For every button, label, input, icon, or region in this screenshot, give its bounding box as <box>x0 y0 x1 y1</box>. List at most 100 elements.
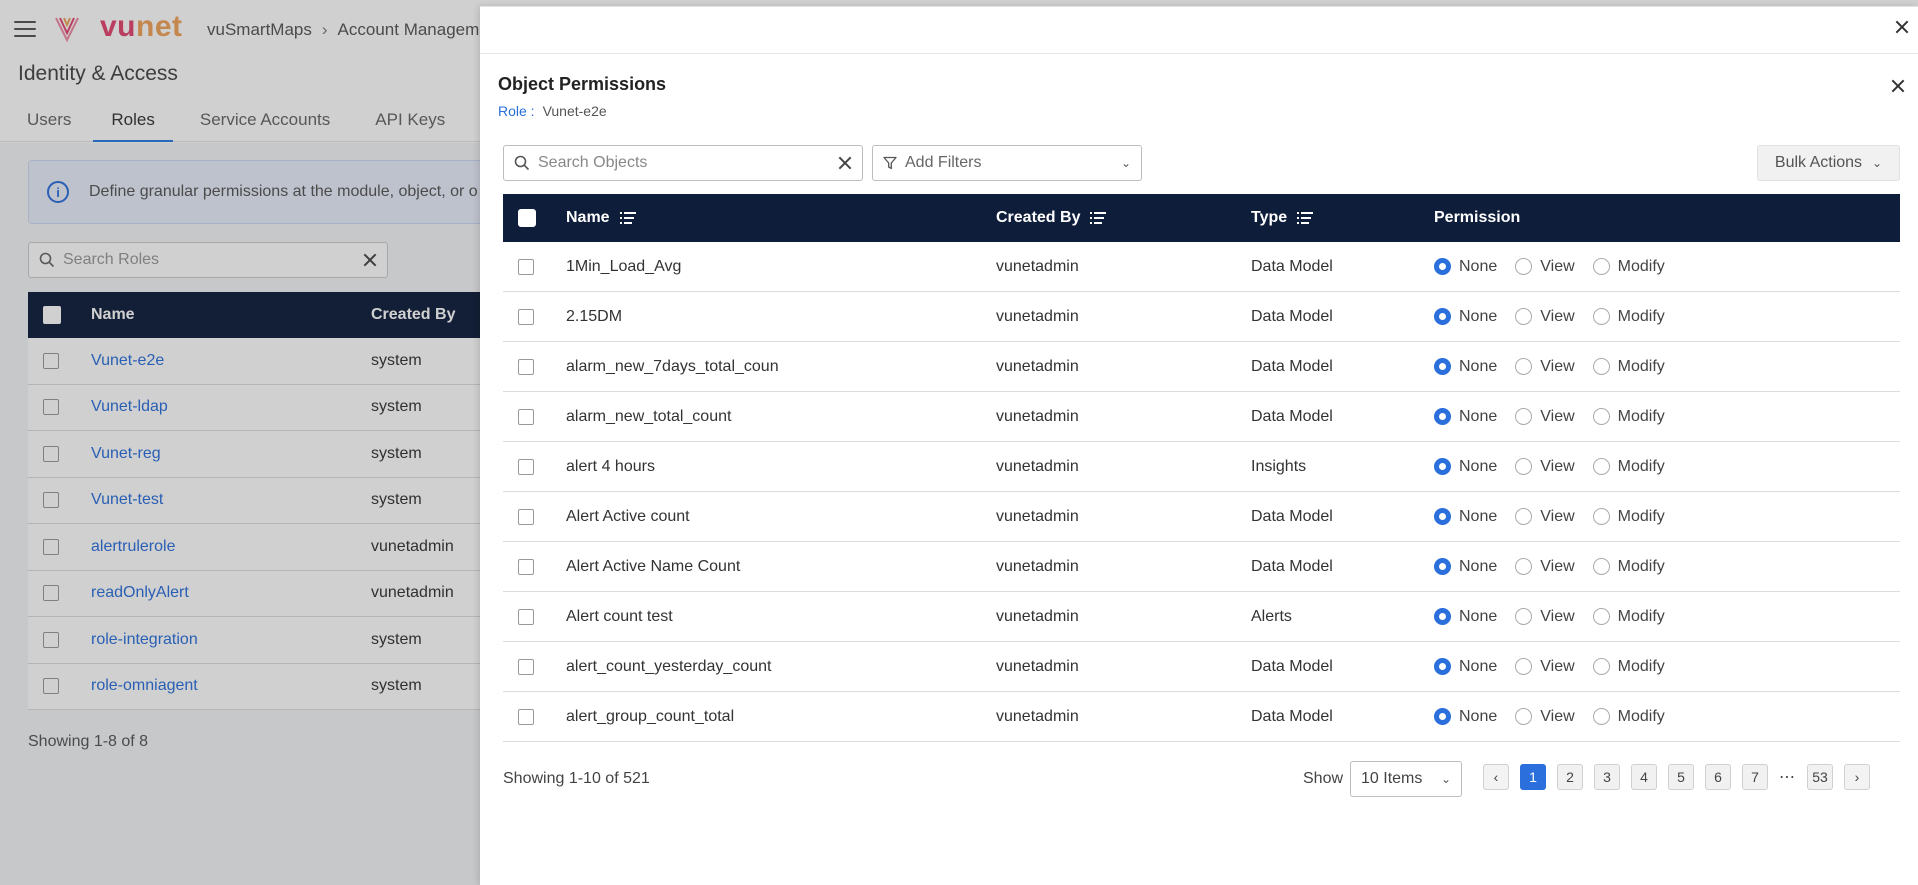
radio-button[interactable] <box>1434 408 1451 425</box>
sort-icon[interactable] <box>1297 212 1314 224</box>
radio-button[interactable] <box>1434 358 1451 375</box>
radio-button[interactable] <box>1515 258 1533 275</box>
radio-button[interactable] <box>1515 358 1533 375</box>
radio-button[interactable] <box>1434 558 1451 575</box>
permission-radio-view[interactable]: View <box>1515 508 1575 526</box>
page-button-6[interactable]: 6 <box>1705 764 1731 790</box>
sort-icon[interactable] <box>1090 212 1107 224</box>
radio-button[interactable] <box>1434 508 1451 525</box>
radio-button[interactable] <box>1515 308 1533 325</box>
radio-button[interactable] <box>1592 408 1610 425</box>
radio-label: Modify <box>1617 557 1665 575</box>
close-icon[interactable] <box>1889 77 1907 95</box>
radio-button[interactable] <box>1592 608 1610 625</box>
permission-radio-modify[interactable]: Modify <box>1592 557 1665 576</box>
permission-radio-view[interactable]: View <box>1515 558 1575 576</box>
radio-button[interactable] <box>1434 258 1451 275</box>
permission-radio-modify[interactable]: Modify <box>1592 658 1665 676</box>
page-button-5[interactable]: 5 <box>1668 764 1694 790</box>
permission-radio-modify[interactable]: Modify <box>1592 508 1665 526</box>
radio-button[interactable] <box>1592 508 1610 525</box>
radio-button[interactable] <box>1515 408 1533 425</box>
permission-radio-view[interactable]: View <box>1515 658 1575 676</box>
permission-radio-none[interactable]: None <box>1434 258 1497 276</box>
radio-button[interactable] <box>1592 708 1610 725</box>
column-header-created-by[interactable]: Created By <box>996 209 1080 227</box>
permission-radio-view[interactable]: View <box>1515 458 1575 476</box>
permission-radio-view[interactable]: View <box>1515 358 1575 376</box>
radio-button[interactable] <box>1434 308 1451 325</box>
column-header-name[interactable]: Name <box>566 209 610 227</box>
radio-button[interactable] <box>1592 258 1610 275</box>
row-checkbox[interactable] <box>518 508 534 525</box>
permission-radio-modify[interactable]: Modify <box>1592 708 1665 726</box>
permission-radio-modify[interactable]: Modify <box>1592 408 1665 426</box>
objects-search-field[interactable] <box>503 145 863 181</box>
permission-radio-none[interactable]: None <box>1434 508 1497 526</box>
row-checkbox[interactable] <box>518 308 534 325</box>
radio-button[interactable] <box>1592 308 1610 325</box>
chevron-left-icon[interactable]: ‹ <box>1483 764 1509 790</box>
permission-radio-view[interactable]: View <box>1515 708 1575 726</box>
close-icon[interactable] <box>1893 18 1911 36</box>
row-checkbox[interactable] <box>518 258 534 275</box>
permission-radio-none[interactable]: None <box>1434 408 1497 426</box>
permission-radio-view[interactable]: View <box>1515 308 1575 326</box>
page-size-select[interactable]: 10 Items ⌄ <box>1350 761 1462 797</box>
page-button-1[interactable]: 1 <box>1520 764 1546 790</box>
permission-radio-modify[interactable]: Modify <box>1592 358 1665 376</box>
page-button-7[interactable]: 7 <box>1742 764 1768 790</box>
radio-button[interactable] <box>1434 708 1451 725</box>
row-checkbox[interactable] <box>518 408 534 425</box>
permission-radio-none[interactable]: None <box>1434 608 1497 626</box>
search-input[interactable] <box>538 154 838 172</box>
radio-button[interactable] <box>1515 708 1533 725</box>
row-checkbox[interactable] <box>518 458 534 475</box>
permission-radio-none[interactable]: None <box>1434 458 1497 476</box>
row-checkbox[interactable] <box>518 358 534 375</box>
row-checkbox[interactable] <box>518 558 534 575</box>
page-button-last[interactable]: 53 <box>1807 764 1833 790</box>
permission-radio-view[interactable]: View <box>1515 608 1575 626</box>
radio-button[interactable] <box>1592 358 1610 375</box>
column-header-type[interactable]: Type <box>1251 209 1287 227</box>
permission-radio-none[interactable]: None <box>1434 558 1497 576</box>
bulk-actions-button[interactable]: Bulk Actions ⌄ <box>1757 145 1900 181</box>
add-filters-dropdown[interactable]: Add Filters ⌄ <box>872 145 1142 181</box>
radio-button[interactable] <box>1434 608 1451 625</box>
radio-button[interactable] <box>1434 458 1451 475</box>
object-type: Insights <box>1251 457 1307 475</box>
clear-icon[interactable] <box>838 156 852 170</box>
page-button-4[interactable]: 4 <box>1631 764 1657 790</box>
radio-button[interactable] <box>1515 458 1533 475</box>
radio-button[interactable] <box>1515 658 1533 675</box>
permission-radio-none[interactable]: None <box>1434 308 1497 326</box>
permission-radio-modify[interactable]: Modify <box>1592 458 1665 476</box>
permission-radio-modify[interactable]: Modify <box>1592 258 1665 276</box>
permission-radio-modify[interactable]: Modify <box>1592 308 1665 326</box>
radio-button[interactable] <box>1592 458 1610 475</box>
permission-radio-none[interactable]: None <box>1434 358 1497 376</box>
table-row: alarm_new_7days_total_coun vunetadmin Data… <box>503 342 1900 392</box>
radio-button[interactable] <box>1592 558 1610 575</box>
permission-radio-view[interactable]: View <box>1515 408 1575 426</box>
radio-button[interactable] <box>1515 558 1533 575</box>
object-name: alert 4 hours <box>566 457 655 475</box>
radio-label: Modify <box>1617 607 1665 625</box>
sort-icon[interactable] <box>619 212 636 224</box>
radio-button[interactable] <box>1592 658 1610 675</box>
permission-radio-view[interactable]: View <box>1515 258 1575 276</box>
radio-button[interactable] <box>1515 608 1533 625</box>
row-checkbox[interactable] <box>518 658 534 675</box>
permission-radio-none[interactable]: None <box>1434 658 1497 676</box>
row-checkbox[interactable] <box>518 708 534 725</box>
permission-radio-none[interactable]: None <box>1434 708 1497 726</box>
select-all-checkbox[interactable] <box>518 209 536 227</box>
row-checkbox[interactable] <box>518 608 534 625</box>
permission-radio-modify[interactable]: Modify <box>1592 607 1665 626</box>
radio-button[interactable] <box>1515 508 1533 525</box>
page-button-2[interactable]: 2 <box>1557 764 1583 790</box>
page-button-3[interactable]: 3 <box>1594 764 1620 790</box>
chevron-right-icon[interactable]: › <box>1844 764 1870 790</box>
radio-button[interactable] <box>1434 658 1451 675</box>
